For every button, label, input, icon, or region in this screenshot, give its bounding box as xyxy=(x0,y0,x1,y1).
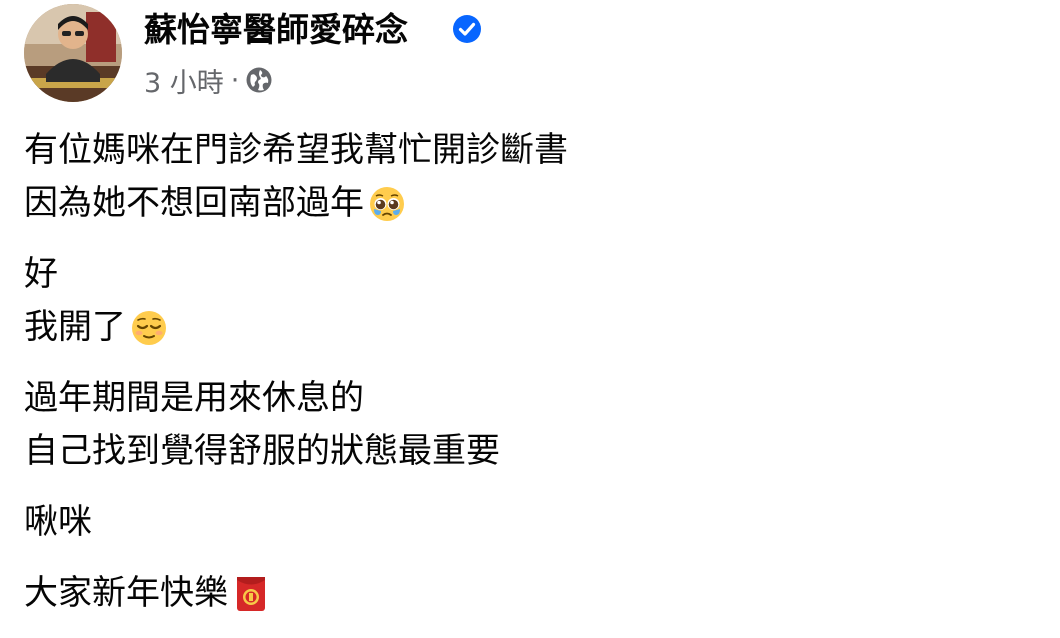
text-line: 過年期間是用來休息的 xyxy=(24,372,1024,425)
line-text: 我開了 xyxy=(24,307,126,347)
red-envelope-emoji xyxy=(232,575,270,613)
line-text: 有位媽咪在門診希望我幫忙開診斷書 xyxy=(24,130,568,170)
line-text: 因為她不想回南部過年 xyxy=(24,183,364,223)
paragraph: 過年期間是用來休息的 自己找到覺得舒服的狀態最重要 xyxy=(24,372,1024,478)
text-line: 自己找到覺得舒服的狀態最重要 xyxy=(24,425,1024,478)
paragraph: 好 我開了 xyxy=(24,248,1024,354)
line-text: 啾咪 xyxy=(24,502,92,542)
text-line: 因為她不想回南部過年 xyxy=(24,177,1024,230)
post-header: 蘇怡寧醫師愛碎念 3 小時 · xyxy=(24,4,724,104)
author-avatar[interactable] xyxy=(24,4,122,102)
avatar-photo xyxy=(24,4,122,102)
meta-separator: · xyxy=(230,64,240,96)
pleading-face-emoji xyxy=(368,185,406,223)
paragraph: 大家新年快樂 xyxy=(24,567,1024,620)
post-meta: 3 小時 · xyxy=(144,61,273,100)
paragraph: 啾咪 xyxy=(24,496,1024,549)
text-line: 啾咪 xyxy=(24,496,1024,549)
author-name[interactable]: 蘇怡寧醫師愛碎念 xyxy=(144,8,408,52)
paragraph: 有位媽咪在門診希望我幫忙開診斷書 因為她不想回南部過年 xyxy=(24,124,1024,230)
text-line: 好 xyxy=(24,248,1024,301)
relieved-face-emoji xyxy=(130,309,168,347)
facebook-post: 蘇怡寧醫師愛碎念 3 小時 · 有位媽咪在門診希望我幫忙開診斷書 因為她不想回南… xyxy=(0,0,1060,613)
post-timestamp[interactable]: 3 小時 xyxy=(144,61,224,100)
text-line: 有位媽咪在門診希望我幫忙開診斷書 xyxy=(24,124,1024,177)
line-text: 大家新年快樂 xyxy=(24,573,228,613)
verified-badge-icon xyxy=(452,14,482,44)
globe-icon[interactable] xyxy=(245,66,273,94)
text-line: 我開了 xyxy=(24,301,1024,354)
text-line: 大家新年快樂 xyxy=(24,567,1024,620)
line-text: 自己找到覺得舒服的狀態最重要 xyxy=(24,431,500,471)
line-text: 好 xyxy=(24,254,58,294)
post-body: 有位媽咪在門診希望我幫忙開診斷書 因為她不想回南部過年 好 我開了 過年期間是用… xyxy=(24,124,1024,638)
line-text: 過年期間是用來休息的 xyxy=(24,378,364,418)
